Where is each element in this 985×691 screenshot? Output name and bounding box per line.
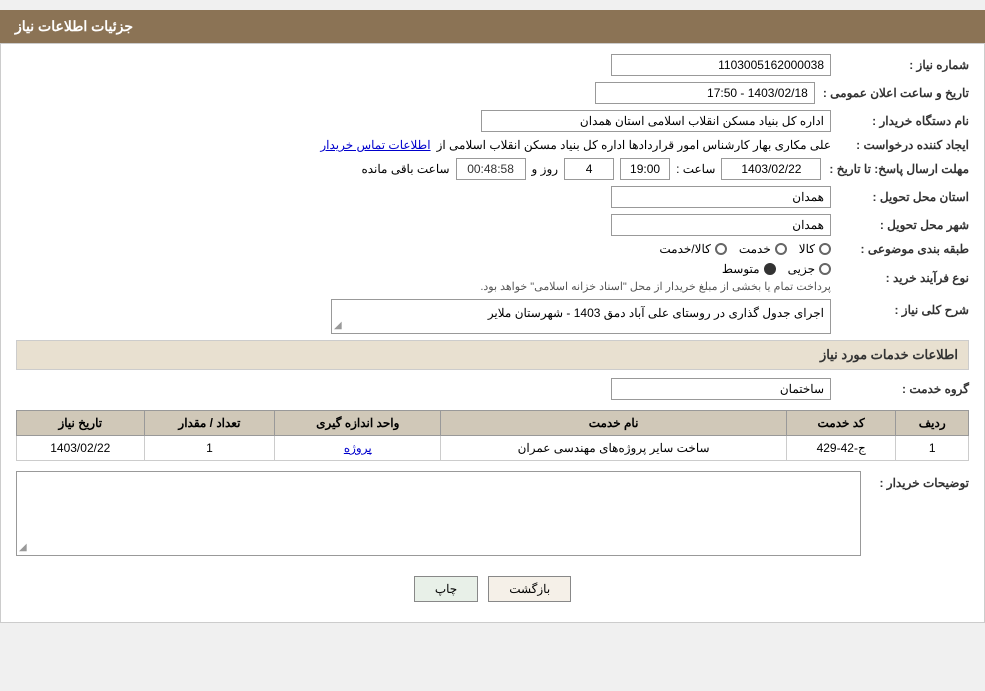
announcement-label: تاریخ و ساعت اعلان عمومی : <box>823 86 969 100</box>
category-option-khedmat[interactable]: خدمت <box>739 242 787 256</box>
description-row: شرح کلی نیاز : اجرای جدول گذاری در روستا… <box>16 299 969 334</box>
request-number-label: شماره نیاز : <box>839 58 969 72</box>
deadline-values: 1403/02/22 ساعت : 19:00 4 روز و 00:48:58… <box>361 158 821 180</box>
city-row: شهر محل تحویل : همدان <box>16 214 969 236</box>
province-value: همدان <box>611 186 831 208</box>
purchase-jozi-label: جزیی <box>788 262 815 276</box>
request-number-row: شماره نیاز : 1103005162000038 <box>16 54 969 76</box>
deadline-date: 1403/02/22 <box>721 158 821 180</box>
buyer-desc-label: توضیحات خریدار : <box>869 471 969 490</box>
category-khedmat-label: خدمت <box>739 242 771 256</box>
cell-code: ج-42-429 <box>786 436 895 461</box>
print-button[interactable]: چاپ <box>414 576 478 602</box>
radio-jozi <box>819 263 831 275</box>
requester-value: علی مکاری بهار کارشناس امور قراردادها اد… <box>437 138 831 152</box>
category-row: طبقه بندی موضوعی : کالا خدمت کالا/خدمت <box>16 242 969 256</box>
action-buttons: بازگشت چاپ <box>16 566 969 612</box>
province-label: استان محل تحویل : <box>839 190 969 204</box>
services-table: ردیف کد خدمت نام خدمت واحد اندازه گیری ت… <box>16 410 969 461</box>
days-label: روز و <box>532 162 559 176</box>
remaining-label: ساعت باقی مانده <box>361 162 449 176</box>
buyer-org-row: نام دستگاه خریدار : اداره کل بنیاد مسکن … <box>16 110 969 132</box>
cell-name: ساخت سایر پروژه‌های مهندسی عمران <box>441 436 787 461</box>
col-date: تاریخ نیاز <box>17 411 145 436</box>
page-header: جزئیات اطلاعات نیاز <box>0 10 985 43</box>
deadline-label: مهلت ارسال پاسخ: تا تاریخ : <box>829 162 969 176</box>
category-kala-label: کالا <box>799 242 815 256</box>
buyer-desc-row: توضیحات خریدار : ◢ <box>16 471 969 556</box>
page-title: جزئیات اطلاعات نیاز <box>15 18 133 34</box>
cell-date: 1403/02/22 <box>17 436 145 461</box>
resize-handle-buyer: ◢ <box>19 542 27 553</box>
deadline-row: مهلت ارسال پاسخ: تا تاریخ : 1403/02/22 س… <box>16 158 969 180</box>
category-label: طبقه بندی موضوعی : <box>839 242 969 256</box>
request-number-value: 1103005162000038 <box>611 54 831 76</box>
purchase-note: پرداخت تمام یا بخشی از مبلغ خریدار از مح… <box>480 280 831 293</box>
requester-row: ایجاد کننده درخواست : علی مکاری بهار کار… <box>16 138 969 152</box>
radio-kala-khedmat <box>715 243 727 255</box>
cell-count: 1 <box>144 436 275 461</box>
category-options: کالا خدمت کالا/خدمت <box>659 242 831 256</box>
deadline-time: 19:00 <box>620 158 670 180</box>
description-label: شرح کلی نیاز : <box>839 299 969 317</box>
services-section-title: اطلاعات خدمات مورد نیاز <box>16 340 969 370</box>
description-value: اجرای جدول گذاری در روستای علی آباد دمق … <box>331 299 831 334</box>
purchase-option-jozi[interactable]: جزیی <box>788 262 831 276</box>
buyer-org-value: اداره کل بنیاد مسکن انقلاب اسلامی استان … <box>481 110 831 132</box>
city-label: شهر محل تحویل : <box>839 218 969 232</box>
purchase-options: جزیی متوسط <box>480 262 831 276</box>
announcement-value: 1403/02/18 - 17:50 <box>595 82 815 104</box>
buyer-desc-textarea[interactable] <box>17 472 860 552</box>
radio-kala <box>819 243 831 255</box>
col-unit: واحد اندازه گیری <box>275 411 441 436</box>
category-kala-khedmat-label: کالا/خدمت <box>659 242 710 256</box>
category-option-kala-khedmat[interactable]: کالا/خدمت <box>659 242 726 256</box>
col-name: نام خدمت <box>441 411 787 436</box>
main-content: شماره نیاز : 1103005162000038 تاریخ و سا… <box>0 43 985 623</box>
purchase-option-motavaset[interactable]: متوسط <box>722 262 776 276</box>
requester-label: ایجاد کننده درخواست : <box>839 138 969 152</box>
time-label: ساعت : <box>676 162 715 176</box>
col-row: ردیف <box>896 411 969 436</box>
service-group-label: گروه خدمت : <box>839 382 969 396</box>
back-button[interactable]: بازگشت <box>488 576 571 602</box>
buyer-desc-container: ◢ <box>16 471 861 556</box>
requester-contact-link[interactable]: اطلاعات تماس خریدار <box>320 138 430 152</box>
resize-handle: ◢ <box>334 320 342 331</box>
buyer-org-label: نام دستگاه خریدار : <box>839 114 969 128</box>
cell-row: 1 <box>896 436 969 461</box>
service-group-row: گروه خدمت : ساختمان <box>16 378 969 400</box>
radio-motavaset <box>764 263 776 275</box>
col-code: کد خدمت <box>786 411 895 436</box>
page-wrapper: جزئیات اطلاعات نیاز شماره نیاز : 1103005… <box>0 10 985 623</box>
category-option-kala[interactable]: کالا <box>799 242 831 256</box>
cell-unit: پروژه <box>275 436 441 461</box>
service-group-value: ساختمان <box>611 378 831 400</box>
days-count: 4 <box>564 158 614 180</box>
remaining-timer: 00:48:58 <box>456 158 526 180</box>
col-count: تعداد / مقدار <box>144 411 275 436</box>
table-row: 1ج-42-429ساخت سایر پروژه‌های مهندسی عمرا… <box>17 436 969 461</box>
purchase-type-label: نوع فرآیند خرید : <box>839 271 969 285</box>
purchase-motavaset-label: متوسط <box>722 262 760 276</box>
announcement-date-row: تاریخ و ساعت اعلان عمومی : 1403/02/18 - … <box>16 82 969 104</box>
city-value: همدان <box>611 214 831 236</box>
province-row: استان محل تحویل : همدان <box>16 186 969 208</box>
table-header-row: ردیف کد خدمت نام خدمت واحد اندازه گیری ت… <box>17 411 969 436</box>
purchase-type-row: نوع فرآیند خرید : جزیی متوسط پرداخت تمام… <box>16 262 969 293</box>
radio-khedmat <box>775 243 787 255</box>
